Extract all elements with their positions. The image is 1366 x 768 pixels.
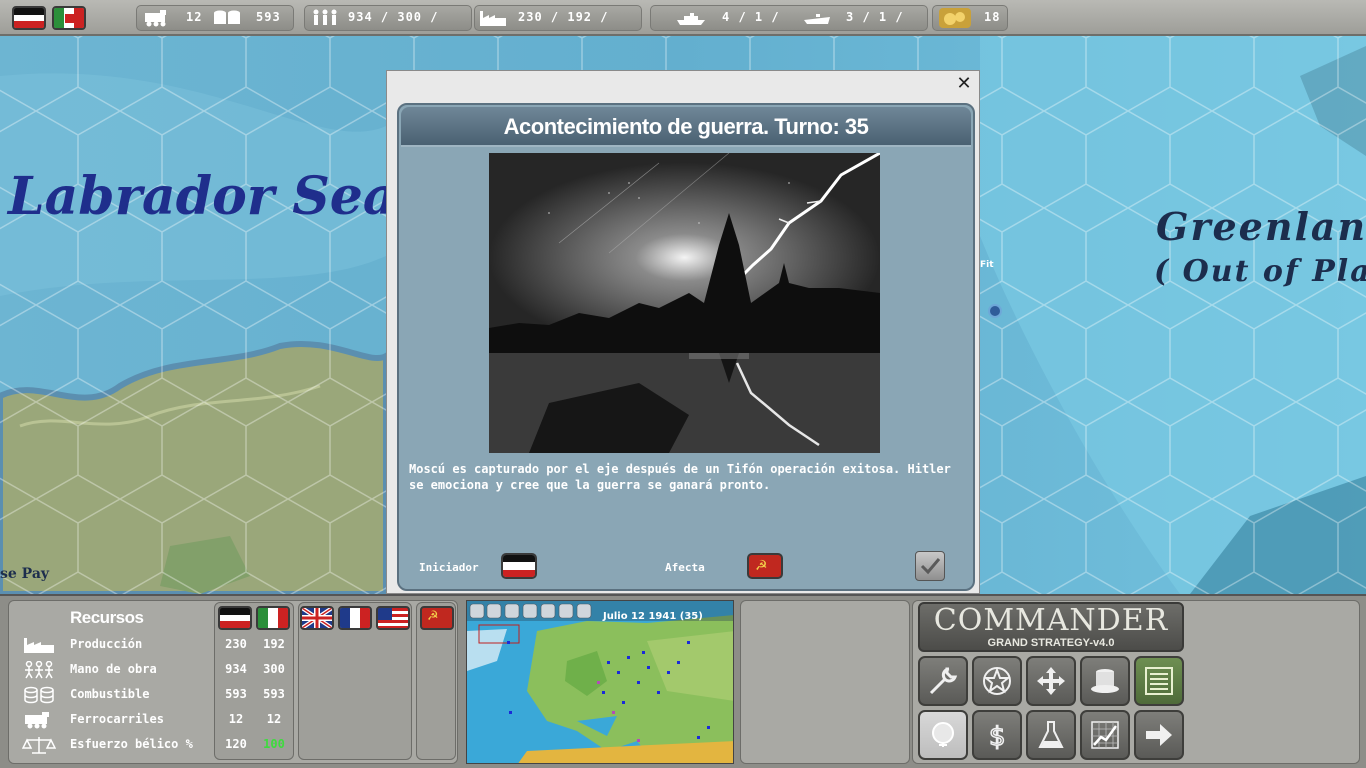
close-icon[interactable]: ✕ xyxy=(955,75,973,93)
map-label-labrador-sea: Labrador Sea xyxy=(8,166,397,227)
gold-icon xyxy=(939,8,971,28)
repair-button[interactable] xyxy=(918,656,968,706)
gold-value: 18 xyxy=(984,10,1001,24)
globe-icon xyxy=(932,722,954,747)
hud-flag-uk-icon[interactable] xyxy=(300,606,334,630)
warship-value: 4 / 1 / xyxy=(722,10,780,24)
purchase-button[interactable]: $ xyxy=(972,710,1022,760)
resource-value-axis2: 300 xyxy=(263,662,285,676)
svg-text:$: $ xyxy=(989,722,1006,751)
rail-value: 12 xyxy=(186,10,203,24)
map-unit-marker[interactable] xyxy=(988,304,1002,318)
resource-value-axis2: 12 xyxy=(266,712,282,726)
resource-label: Ferrocarriles xyxy=(70,712,164,726)
event-photo xyxy=(489,153,880,453)
list-icon xyxy=(1145,667,1173,695)
minimap[interactable]: Julio 12 1941 (35) xyxy=(466,600,734,764)
top-hat-icon xyxy=(1091,669,1119,693)
flask-icon xyxy=(1038,721,1064,748)
manpower-value: 934 / 300 / xyxy=(348,10,439,24)
train-icon xyxy=(145,10,166,27)
map-label-cape: se Pay xyxy=(0,566,50,582)
map-label-out-of-play: ( Out of Play ) xyxy=(1154,254,1366,289)
resource-row-production: Producción 230 192 xyxy=(0,634,300,656)
reports-button[interactable] xyxy=(1134,656,1184,706)
initiator-flag-germany-icon xyxy=(501,553,537,579)
resource-row-fuel: Combustible 593 593 xyxy=(0,684,300,706)
factory-icon xyxy=(480,11,506,26)
factory-icon xyxy=(24,638,54,653)
resource-value-axis1: 12 xyxy=(228,712,244,726)
resource-row-war-effort: Esfuerzo bélico % 120 100 xyxy=(0,734,300,756)
warship-icon xyxy=(677,13,705,25)
resource-value-axis1: 934 xyxy=(225,662,247,676)
end-turn-button[interactable] xyxy=(1134,710,1184,760)
resource-label: Combustible xyxy=(70,687,150,701)
dollar-icon: $ xyxy=(988,721,1006,751)
move-arrows-icon xyxy=(1037,667,1065,695)
hud-flag-usa-icon[interactable] xyxy=(376,606,410,630)
game-logo: COMMANDER GRAND STRATEGY-v4.0 xyxy=(918,602,1184,652)
resource-value-axis2: 192 xyxy=(263,637,285,651)
manpower-icon xyxy=(25,661,53,679)
diplomacy-button[interactable] xyxy=(1080,656,1130,706)
resource-value-axis2: 593 xyxy=(263,687,285,701)
minimap-canvas[interactable] xyxy=(467,601,734,764)
moscow-night-photo xyxy=(489,153,880,453)
info-panel xyxy=(740,600,910,764)
affects-flag-ussr-icon: ☭ xyxy=(747,553,783,579)
hud-flag-france-icon[interactable] xyxy=(338,606,372,630)
bottom-hud: Recursos ☭ Producción 230 192 Mano de ob… xyxy=(0,594,1366,768)
wrench-icon xyxy=(929,667,958,695)
hud-flag-germany-icon[interactable] xyxy=(218,606,252,630)
affects-label: Afecta xyxy=(665,561,705,574)
research-button[interactable] xyxy=(1026,710,1076,760)
scales-icon xyxy=(22,737,56,754)
move-button[interactable] xyxy=(1026,656,1076,706)
logo-title: COMMANDER xyxy=(933,603,1169,638)
resource-label: Producción xyxy=(70,637,143,651)
resource-value-axis1: 230 xyxy=(225,637,247,651)
hud-flag-ussr-icon[interactable]: ☭ xyxy=(420,606,454,630)
production-value: 230 / 192 / xyxy=(518,10,609,24)
hud-flag-italy-icon[interactable] xyxy=(256,606,290,630)
resource-value-axis1: 593 xyxy=(225,687,247,701)
star-icon xyxy=(983,667,1011,695)
fuel-icon xyxy=(214,10,240,24)
minimap-date: Julio 12 1941 (35) xyxy=(603,611,703,622)
submarine-value: 3 / 1 / xyxy=(846,10,904,24)
checkmark-icon xyxy=(920,558,941,575)
world-button[interactable] xyxy=(918,710,968,760)
upgrade-button[interactable] xyxy=(972,656,1022,706)
manpower-icon xyxy=(313,9,337,25)
confirm-check-button[interactable] xyxy=(915,551,945,581)
top-resource-bar: 12 593 934 / 300 / 230 / 192 / 4 / 1 / 3… xyxy=(0,0,1366,36)
flag-germany-icon[interactable] xyxy=(12,6,46,30)
map-label-fragment: Fit xyxy=(980,260,994,270)
fuel-value: 593 xyxy=(256,10,281,24)
chart-icon xyxy=(1091,721,1119,749)
arrow-right-icon xyxy=(1146,724,1172,746)
initiator-label: Iniciador xyxy=(419,561,479,574)
statistics-button[interactable] xyxy=(1080,710,1130,760)
fuel-icon xyxy=(24,686,54,704)
resource-label: Mano de obra xyxy=(70,662,157,676)
train-icon xyxy=(25,712,49,729)
game-screen: Labrador Sea Greenland ( Out of Play ) s… xyxy=(0,0,1366,768)
event-panel: Acontecimiento de guerra. Turno: 35 Mosc… xyxy=(397,103,975,591)
submarine-icon xyxy=(804,14,830,24)
flag-italy-icon[interactable] xyxy=(52,6,86,30)
resource-row-manpower: Mano de obra 934 300 xyxy=(0,659,300,681)
resource-row-railways: Ferrocarriles 12 12 xyxy=(0,709,300,731)
event-description: Moscú es capturado por el eje después de… xyxy=(409,462,951,492)
resource-value-axis2-highlight: 100 xyxy=(263,737,285,751)
resources-title: Recursos xyxy=(70,608,144,627)
resource-label: Esfuerzo bélico % xyxy=(70,737,193,751)
event-title: Acontecimiento de guerra. Turno: 35 xyxy=(401,107,971,147)
logo-subtitle: GRAND STRATEGY-v4.0 xyxy=(987,637,1115,649)
resource-value-axis1: 120 xyxy=(225,737,247,751)
war-event-dialog: ✕ Acontecimiento de guerra. Turno: 35 Mo… xyxy=(386,70,980,594)
map-label-greenland: Greenland xyxy=(1156,204,1366,249)
